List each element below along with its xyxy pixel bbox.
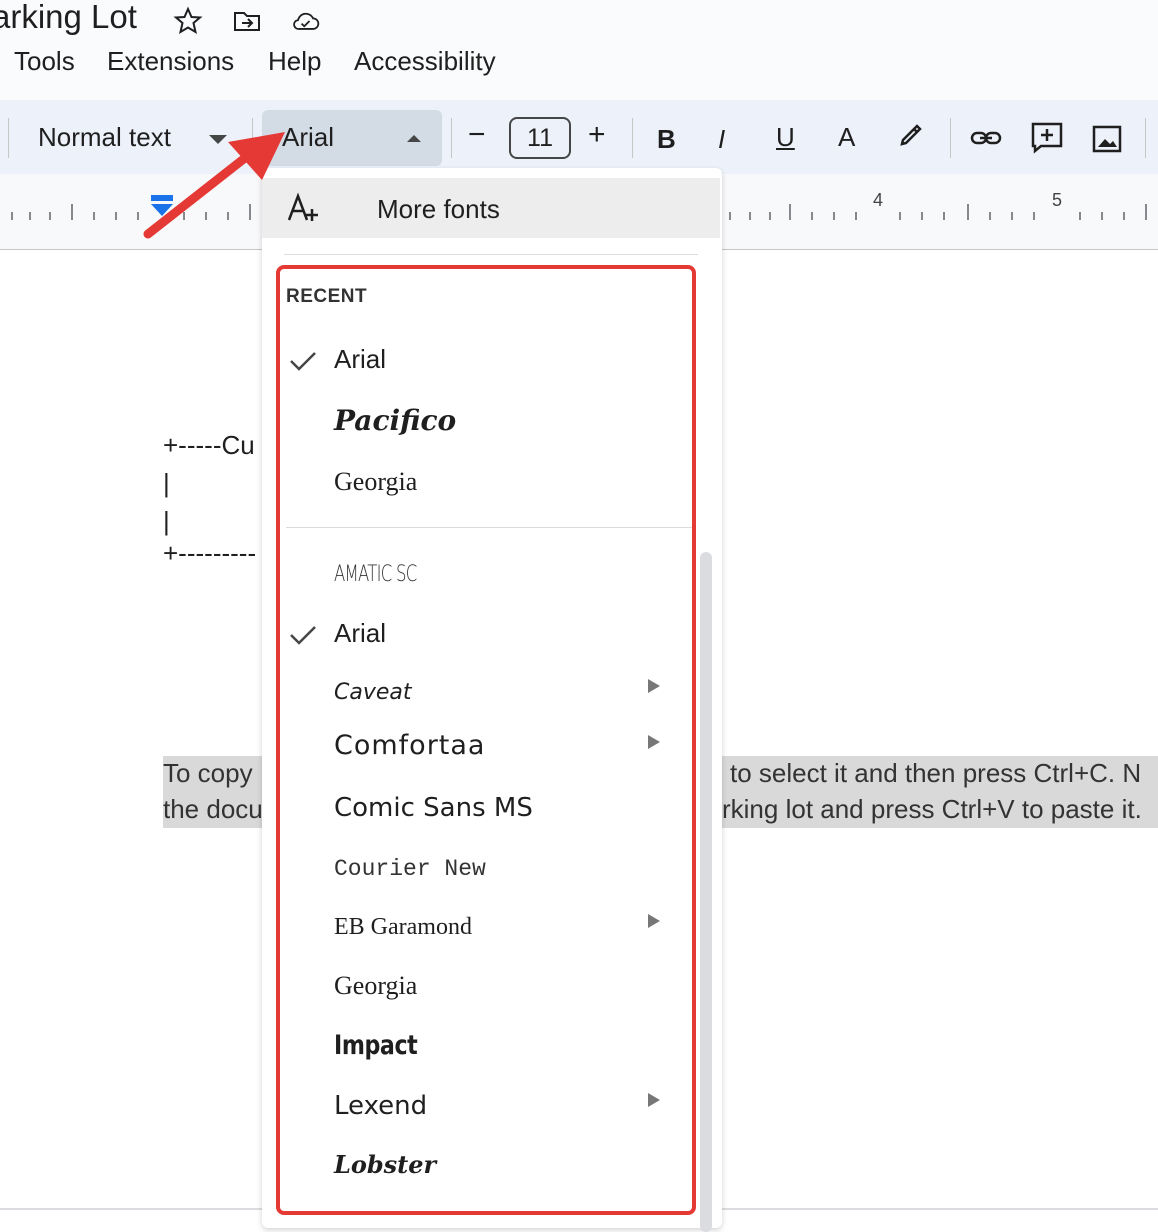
document-title[interactable]: arking Lot xyxy=(0,0,137,36)
paragraph-text[interactable]: the docu xyxy=(163,794,263,825)
cloud-saved-icon[interactable] xyxy=(291,6,321,36)
paragraph-text[interactable]: rking lot and press Ctrl+V to paste it. xyxy=(722,794,1142,825)
italic-button[interactable]: I xyxy=(718,124,725,155)
ascii-box-line: +--------- xyxy=(163,538,257,568)
bold-button[interactable]: B xyxy=(657,124,676,155)
ruler-label-5: 5 xyxy=(1052,190,1063,210)
menu-help[interactable]: Help xyxy=(268,46,321,77)
more-fonts-item[interactable]: More fonts xyxy=(262,178,720,238)
menu-divider xyxy=(284,254,698,255)
toolbar-divider xyxy=(632,118,633,158)
highlight-pen-icon[interactable] xyxy=(894,118,930,154)
annotation-arrow-icon xyxy=(143,132,285,239)
insert-link-icon[interactable] xyxy=(968,120,1004,156)
menu-extensions[interactable]: Extensions xyxy=(107,46,234,77)
font-size-input[interactable]: 11 xyxy=(509,117,571,159)
ascii-box-line: | xyxy=(163,468,170,498)
toolbar-divider xyxy=(950,118,951,158)
decrease-font-size-button[interactable]: − xyxy=(468,118,486,152)
increase-font-size-button[interactable]: + xyxy=(588,118,606,152)
text-color-button[interactable]: A xyxy=(838,122,855,153)
font-dropdown-arrow-up-icon xyxy=(407,135,421,142)
insert-image-icon[interactable] xyxy=(1089,121,1125,157)
toolbar-divider xyxy=(1145,118,1146,158)
ascii-box-line: | xyxy=(163,506,170,536)
paragraph-text[interactable]: to select it and then press Ctrl+C. N xyxy=(730,758,1141,789)
star-icon[interactable] xyxy=(173,6,203,36)
underline-button[interactable]: U xyxy=(776,122,795,153)
dropdown-scrollbar[interactable] xyxy=(700,552,712,1232)
ascii-box-line: +-----Cu xyxy=(163,430,255,460)
toolbar-divider xyxy=(8,118,9,158)
ruler-label-4: 4 xyxy=(873,190,884,210)
title-bar: arking Lot Tools Extensions Help Accessi… xyxy=(0,0,1158,100)
toolbar-divider xyxy=(451,118,452,158)
move-folder-icon[interactable] xyxy=(232,6,262,36)
menu-accessibility[interactable]: Accessibility xyxy=(354,46,496,77)
paragraph-text[interactable]: To copy xyxy=(163,758,253,789)
menu-tools[interactable]: Tools xyxy=(14,46,75,77)
annotation-highlight-box xyxy=(276,265,696,1215)
more-fonts-label: More fonts xyxy=(377,194,500,224)
add-comment-icon[interactable] xyxy=(1029,119,1065,155)
